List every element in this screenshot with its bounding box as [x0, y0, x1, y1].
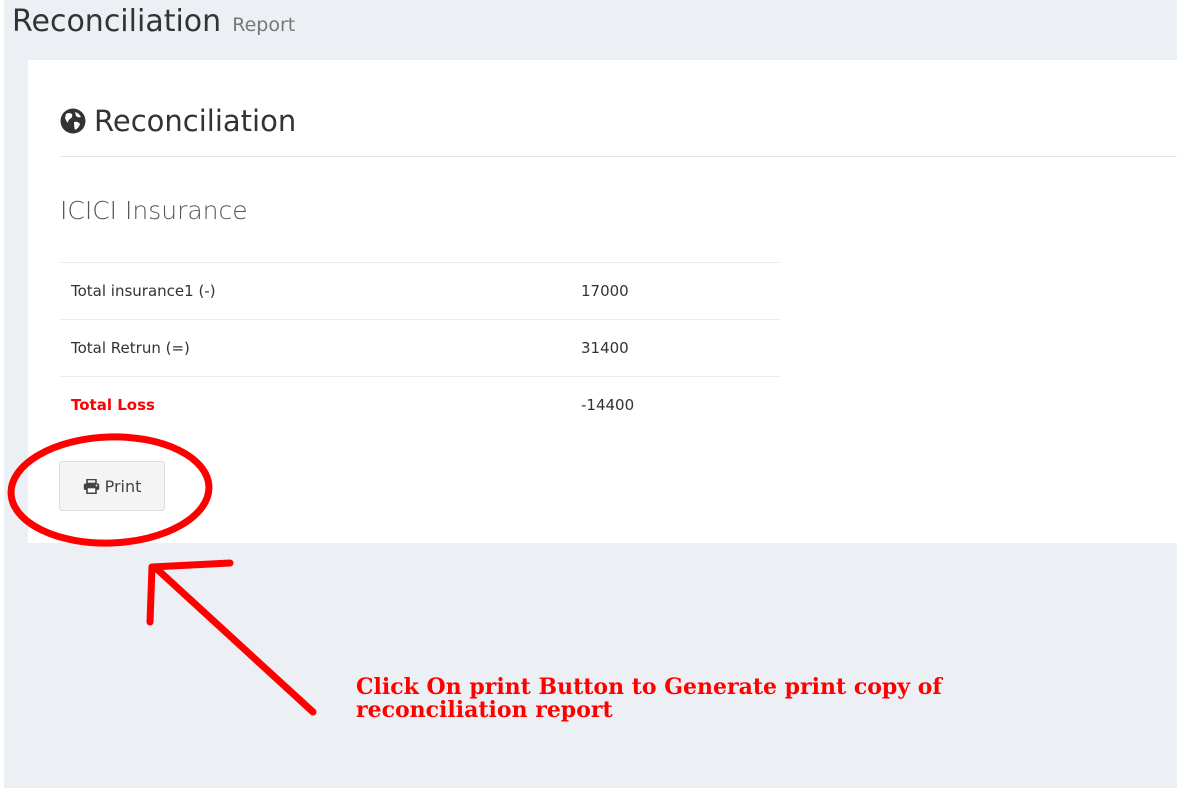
highlight-circle: [7, 433, 213, 547]
arrow-head-top: [148, 559, 234, 571]
arrow-head-left: [146, 563, 156, 626]
arrow-shaft: [154, 566, 317, 716]
annotation-overlay: [7, 433, 317, 716]
annotation-text: Click On print Button to Generate print …: [356, 674, 942, 723]
